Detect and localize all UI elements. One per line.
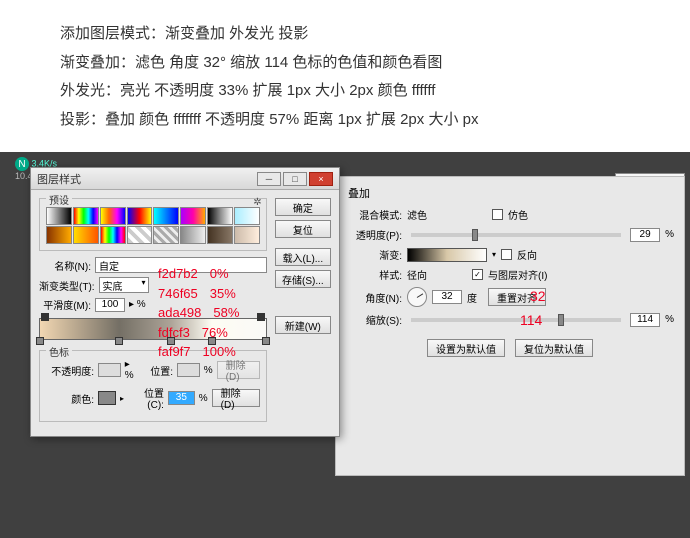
gradtype-select[interactable]: 实底 — [99, 277, 149, 293]
angle-unit: 度 — [467, 290, 477, 305]
editor-new-button[interactable]: 新建(W) — [275, 316, 331, 334]
preset-swatch[interactable] — [153, 226, 179, 244]
preset-swatch[interactable] — [73, 207, 99, 225]
preset-swatch[interactable] — [153, 207, 179, 225]
stop-opacity-unit: ▸ % — [125, 359, 137, 381]
opacity-unit: % — [665, 229, 674, 240]
opacity-value[interactable]: 29 — [630, 228, 660, 242]
opacity-slider[interactable] — [411, 233, 621, 237]
maximize-button[interactable]: □ — [283, 172, 307, 186]
scale-unit: % — [665, 314, 674, 325]
hud-badge: N — [15, 157, 29, 171]
editor-load-button[interactable]: 载入(L)... — [275, 248, 331, 266]
close-button[interactable]: × — [309, 172, 333, 186]
scale-slider[interactable] — [411, 318, 621, 322]
blend-mode-label: 混合模式: — [346, 207, 402, 222]
delete-color-stop-button[interactable]: 删除(D) — [212, 389, 260, 407]
opacity-label: 透明度(P): — [346, 227, 402, 242]
gradient-well[interactable] — [407, 248, 487, 262]
preset-swatch[interactable] — [73, 226, 99, 244]
red-angle-annotation: 32 — [530, 288, 546, 304]
stop-color-well[interactable] — [98, 391, 116, 405]
set-default-button[interactable]: 设置为默认值 — [427, 339, 505, 357]
align-label: 与图层对齐(I) — [488, 267, 547, 282]
color-stop[interactable] — [262, 337, 270, 345]
gear-icon[interactable]: ✲ — [253, 197, 261, 208]
stop-pos2-value[interactable]: 35 — [168, 391, 195, 405]
preset-swatch[interactable] — [234, 226, 260, 244]
instr-line-3: 外发光：亮光 不透明度 33% 扩展 1px 大小 2px 颜色 ffffff — [60, 77, 630, 106]
preset-swatch[interactable] — [100, 226, 126, 244]
name-label: 名称(N): — [39, 258, 91, 273]
preset-swatch[interactable] — [127, 226, 153, 244]
preset-swatch[interactable] — [46, 207, 72, 225]
colorstop-grplabel: 色标 — [46, 344, 72, 359]
preset-swatch[interactable] — [180, 207, 206, 225]
stop-color-label: 颜色: — [46, 391, 94, 406]
opacity-stop[interactable] — [257, 313, 265, 321]
instr-line-1: 添加图层模式：渐变叠加 外发光 投影 — [60, 20, 630, 49]
angle-label: 角度(N): — [346, 290, 402, 305]
stop-pos-label: 位置: — [141, 363, 173, 378]
blend-mode-select[interactable]: 滤色 — [407, 207, 487, 222]
stop-pos2-label: 位置(C): — [128, 385, 164, 411]
stop-pos-unit: % — [204, 365, 213, 376]
smoothness-label: 平滑度(M): — [39, 297, 91, 312]
red-scale-annotation: 114 — [520, 312, 542, 328]
gradient-overlay-panel: 叠加 混合模式: 滤色 仿色 透明度(P): 29 % 渐变: ▾ 反向 样式:… — [335, 176, 685, 476]
scale-value[interactable]: 114 — [630, 313, 660, 327]
style-label: 样式: — [346, 267, 402, 282]
preset-swatch[interactable] — [234, 207, 260, 225]
preset-swatch[interactable] — [207, 226, 233, 244]
reset-default-button[interactable]: 复位为默认值 — [515, 339, 593, 357]
reverse-checkbox[interactable] — [501, 249, 512, 260]
dither-label: 仿色 — [508, 207, 528, 222]
editor-save-button[interactable]: 存储(S)... — [275, 270, 331, 288]
minimize-button[interactable]: ─ — [257, 172, 281, 186]
instr-line-2: 渐变叠加：滤色 角度 32° 缩放 114 色标的色值和颜色看图 — [60, 49, 630, 78]
preset-swatch[interactable] — [127, 207, 153, 225]
stop-opacity-value — [98, 363, 121, 377]
stop-pos-value — [177, 363, 200, 377]
titlebar[interactable]: 图层样式 ─ □ × — [31, 168, 339, 190]
reverse-label: 反向 — [517, 247, 537, 262]
angle-value[interactable]: 32 — [432, 290, 462, 304]
instructions-block: 添加图层模式：渐变叠加 外发光 投影 渐变叠加：滤色 角度 32° 缩放 114… — [0, 0, 690, 144]
opacity-stop[interactable] — [41, 313, 49, 321]
instr-line-4: 投影：叠加 颜色 fffffff 不透明度 57% 距离 1px 扩展 2px … — [60, 106, 630, 135]
smoothness-value[interactable]: 100 — [95, 298, 125, 312]
dither-checkbox[interactable] — [492, 209, 503, 220]
dialog-title: 图层样式 — [37, 171, 81, 187]
preset-swatch[interactable] — [180, 226, 206, 244]
editor-reset-button[interactable]: 复位 — [275, 220, 331, 238]
preset-swatch[interactable] — [207, 207, 233, 225]
presets-label: 预设 — [46, 192, 72, 207]
presets-group: 预设 ✲ — [39, 198, 267, 251]
gradient-label: 渐变: — [346, 247, 402, 262]
delete-opacity-stop-button: 删除(D) — [217, 361, 260, 379]
color-stop[interactable] — [115, 337, 123, 345]
preset-swatches — [46, 203, 260, 244]
gradtype-label: 渐变类型(T): — [39, 278, 95, 293]
align-checkbox[interactable] — [472, 269, 483, 280]
stop-opacity-label: 不透明度: — [46, 363, 94, 378]
color-stop[interactable] — [36, 337, 44, 345]
style-select[interactable]: 径向 — [407, 267, 467, 282]
scale-label: 缩放(S): — [346, 312, 402, 327]
preset-swatch[interactable] — [100, 207, 126, 225]
angle-wheel[interactable] — [407, 287, 427, 307]
smoothness-unit: ▸ % — [129, 299, 146, 310]
panel-heading: 叠加 — [348, 185, 674, 201]
stop-pos2-unit: % — [199, 393, 208, 404]
red-stop-annotations: f2d7b20% 746f6535% ada49858% fdfcf376% f… — [158, 264, 239, 362]
editor-ok-button[interactable]: 确定 — [275, 198, 331, 216]
preset-swatch[interactable] — [46, 226, 72, 244]
